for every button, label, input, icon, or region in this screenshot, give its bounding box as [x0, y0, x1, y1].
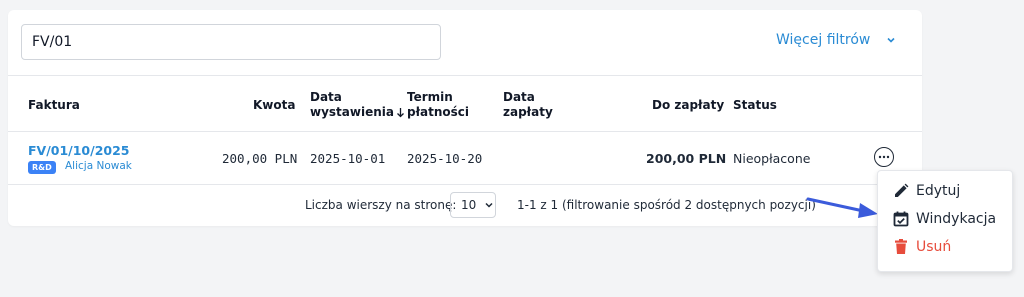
divider	[8, 75, 922, 76]
menu-item-label: Windykacja	[916, 211, 997, 227]
pencil-icon	[895, 183, 909, 197]
rows-per-page-value: 10	[461, 198, 477, 212]
column-header-status[interactable]: Status	[733, 98, 777, 113]
calendar-check-icon	[893, 211, 909, 227]
due-date-cell: 2025-10-20	[407, 151, 483, 166]
invoice-link[interactable]: FV/01/10/2025	[28, 143, 130, 158]
menu-item-collection[interactable]: Windykacja	[892, 210, 996, 228]
column-header-due-date[interactable]: Termin płatności	[407, 90, 469, 120]
row-actions-button[interactable]	[874, 147, 894, 167]
menu-item-label: Edytuj	[916, 183, 961, 199]
header-line: Data	[310, 90, 342, 104]
annotation-arrow-icon	[806, 197, 878, 218]
column-header-to-pay[interactable]: Do zapłaty	[652, 98, 724, 113]
header-line: Termin	[407, 90, 453, 104]
row-context-menu: Edytuj Windykacja Usuń	[877, 170, 1013, 272]
pagination-info: 1-1 z 1 (filtrowanie spośród 2 dostępnyc…	[517, 198, 816, 212]
header-line: zapłaty	[503, 105, 553, 119]
more-horizontal-icon	[878, 155, 890, 159]
column-header-amount[interactable]: Kwota	[253, 98, 295, 113]
invoices-card: Więcej filtrów Faktura Kwota Data wystaw…	[8, 10, 922, 226]
menu-item-edit[interactable]: Edytuj	[892, 182, 960, 200]
column-header-paid-date[interactable]: Data zapłaty	[503, 90, 553, 120]
person-link[interactable]: Alicja Nowak	[65, 160, 132, 172]
issue-date-cell: 2025-10-01	[310, 151, 386, 166]
menu-item-label: Usuń	[916, 239, 952, 255]
to-pay-cell: 200,00 PLN	[646, 151, 727, 166]
menu-item-delete[interactable]: Usuń	[892, 238, 951, 256]
divider	[8, 184, 922, 185]
status-cell: Nieopłacone	[733, 151, 811, 166]
column-header-invoice[interactable]: Faktura	[28, 98, 80, 113]
header-line: płatności	[407, 105, 470, 119]
chevron-down-icon	[887, 37, 895, 43]
rows-per-page-select[interactable]: 10	[450, 192, 496, 218]
rows-per-page-label: Liczba wierszy na stronę:	[305, 198, 457, 212]
header-line: wystawienia	[310, 105, 394, 119]
more-filters-button[interactable]: Więcej filtrów	[776, 32, 896, 48]
header-line: Data	[503, 90, 535, 104]
chevron-down-icon	[485, 202, 493, 208]
search-input[interactable]	[21, 24, 441, 60]
amount-cell: 200,00 PLN	[222, 151, 298, 166]
divider	[8, 131, 922, 132]
column-header-issue-date[interactable]: Data wystawienia	[310, 90, 405, 120]
arrow-down-icon	[397, 108, 404, 118]
trash-icon	[895, 239, 907, 254]
department-badge: R&D	[28, 161, 56, 174]
more-filters-label: Więcej filtrów	[776, 32, 871, 48]
